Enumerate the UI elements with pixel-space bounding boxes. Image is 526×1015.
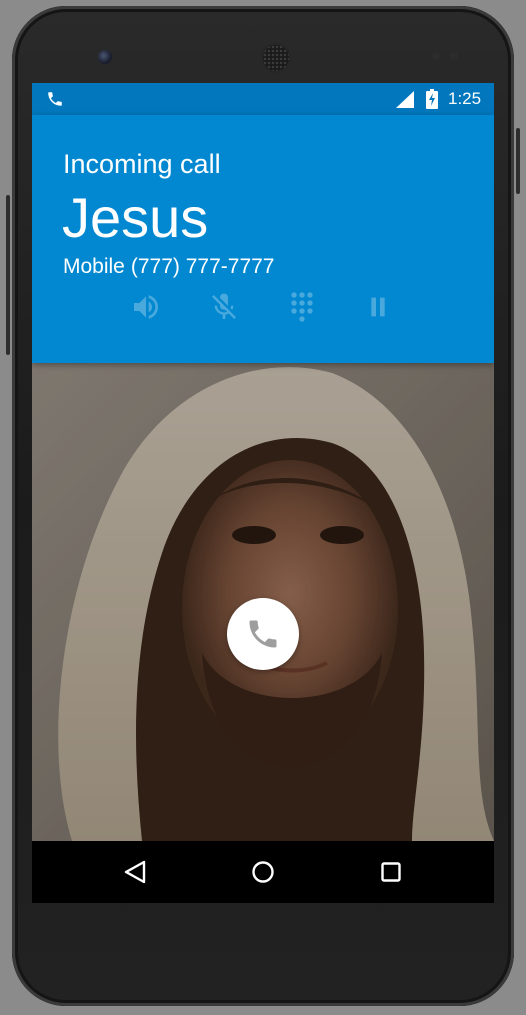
earpiece-speaker	[263, 45, 289, 71]
status-bar: 1:25	[32, 83, 494, 115]
call-actions	[32, 287, 494, 327]
call-card: Incoming call Jesus Mobile (777) 777-7777	[32, 115, 494, 363]
phone-number: (777) 777-7777	[130, 255, 275, 278]
speaker-icon	[134, 295, 158, 319]
volume-button	[6, 195, 10, 355]
dialpad-icon	[291, 292, 313, 322]
back-button[interactable]	[120, 857, 150, 887]
number-type: Mobile	[63, 255, 125, 278]
answer-call-button[interactable]	[227, 598, 299, 670]
pause-icon	[371, 297, 385, 317]
dialpad-button[interactable]	[286, 291, 318, 323]
recent-apps-button[interactable]	[376, 857, 406, 887]
phone-icon	[249, 620, 277, 648]
battery-charging-icon	[426, 89, 438, 109]
caller-name: Jesus	[62, 186, 209, 249]
home-icon	[252, 861, 274, 883]
screen: 1:25 Incoming call Jesus Mobile (777) 777…	[32, 83, 494, 903]
home-button[interactable]	[248, 857, 278, 887]
proximity-sensor	[432, 52, 440, 60]
phone-icon	[46, 90, 64, 108]
status-time: 1:25	[448, 89, 482, 108]
mute-button[interactable]	[208, 291, 240, 323]
power-button	[516, 128, 520, 194]
signal-icon	[396, 91, 414, 108]
hold-button[interactable]	[362, 291, 394, 323]
recent-apps-icon	[381, 862, 401, 882]
speaker-button[interactable]	[130, 291, 162, 323]
device-frame: 1:25 Incoming call Jesus Mobile (777) 777…	[0, 0, 526, 1015]
call-state-label: Incoming call	[63, 149, 221, 179]
back-icon	[124, 860, 146, 884]
mic-off-icon	[212, 293, 236, 319]
front-camera	[98, 50, 112, 64]
navigation-bar	[32, 841, 494, 903]
light-sensor	[450, 52, 458, 60]
caller-number-row: Mobile (777) 777-7777	[63, 255, 280, 279]
